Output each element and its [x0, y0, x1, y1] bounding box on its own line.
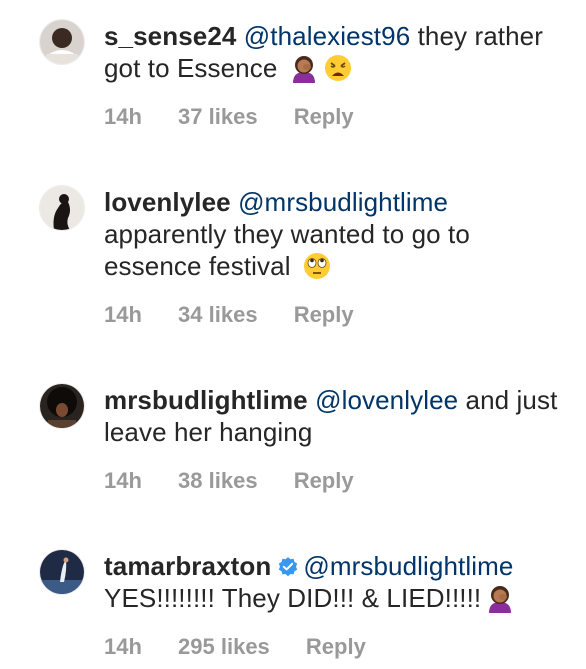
eye-roll-face-icon: [302, 251, 332, 281]
reply-button[interactable]: Reply: [306, 634, 366, 660]
reply-button[interactable]: Reply: [294, 302, 354, 328]
comment-text: YES!!!!!!!! They DID!!! & LIED!!!!!: [104, 583, 482, 613]
avatar[interactable]: [40, 384, 84, 428]
comment-username[interactable]: lovenlylee: [104, 187, 231, 217]
comment-timestamp: 14h: [104, 634, 142, 659]
comment-timestamp: 14h: [104, 302, 142, 327]
comment-timestamp: 14h: [104, 104, 142, 129]
comment-mention[interactable]: @mrsbudlightlime: [238, 187, 448, 217]
comment-likes[interactable]: 295 likes: [178, 634, 270, 660]
reply-button[interactable]: Reply: [294, 104, 354, 130]
woman-facepalming-icon: [289, 53, 319, 83]
comment-likes[interactable]: 34 likes: [178, 302, 258, 328]
comment-body: tamarbraxton @mrsbudlightlime YES!!!!!!!…: [104, 550, 574, 614]
comment-text: apparently they wanted to go to essence …: [104, 219, 470, 281]
comment-likes[interactable]: 38 likes: [178, 468, 258, 494]
comment-body: mrsbudlightlime @lovenlylee and just lea…: [104, 384, 574, 448]
comment-body: s_sense24 @thalexiest96 they rather got …: [104, 20, 574, 84]
comment-username[interactable]: mrsbudlightlime: [104, 385, 308, 415]
weary-face-icon: [323, 53, 353, 83]
verified-badge-icon: [277, 556, 299, 578]
comment-timestamp: 14h: [104, 468, 142, 493]
avatar[interactable]: [40, 550, 84, 594]
comment-mention[interactable]: @mrsbudlightlime: [303, 551, 513, 581]
comment-body: lovenlylee @mrsbudlightlime apparently t…: [104, 186, 574, 282]
comment-mention[interactable]: @thalexiest96: [244, 21, 410, 51]
comment-meta: 14h 34 likes Reply: [104, 302, 384, 328]
comment-meta: 14h 295 likes Reply: [104, 634, 396, 660]
comment-username[interactable]: s_sense24: [104, 21, 236, 51]
woman-facepalming-icon: [485, 583, 515, 613]
avatar[interactable]: [40, 20, 84, 64]
reply-button[interactable]: Reply: [294, 468, 354, 494]
comment-likes[interactable]: 37 likes: [178, 104, 258, 130]
avatar[interactable]: [40, 186, 84, 230]
comment-mention[interactable]: @lovenlylee: [315, 385, 458, 415]
comment-meta: 14h 38 likes Reply: [104, 468, 384, 494]
comment-username[interactable]: tamarbraxton: [104, 551, 271, 581]
comment-meta: 14h 37 likes Reply: [104, 104, 384, 130]
